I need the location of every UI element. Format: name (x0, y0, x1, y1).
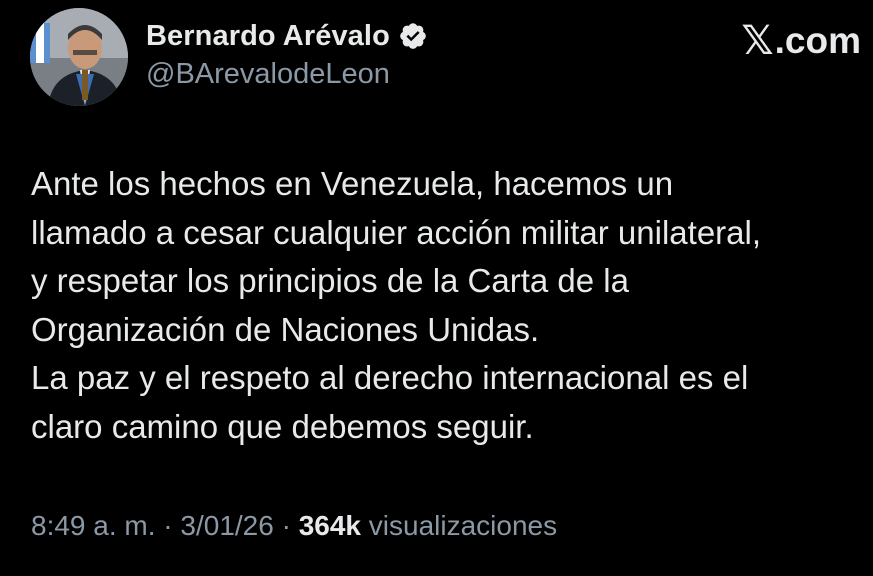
x-logo-icon: 𝕏 (741, 18, 774, 64)
brand-domain-text: .com (774, 20, 861, 61)
post-text-line: claro camino que debemos seguir. (31, 407, 534, 445)
post-time[interactable]: 8:49 a. m. (31, 510, 156, 541)
profile-photo-icon (30, 8, 128, 106)
views-count[interactable]: 364k (299, 510, 361, 541)
author-display-name[interactable]: Bernardo Arévalo (146, 20, 390, 53)
post-meta: 8:49 a. m. · 3/01/26 · 364k visualizacio… (31, 510, 557, 542)
verified-badge-icon[interactable] (398, 21, 428, 51)
post-text-line: Ante los hechos en Venezuela, hacemos un (31, 165, 674, 202)
tweet-card: Bernardo Arévalo @BArevalodeLeon 𝕏 .com … (0, 0, 873, 576)
meta-separator: · (155, 510, 181, 541)
post-text-line: La paz y el respeto al derecho internaci… (31, 359, 749, 397)
post-text-line: llamado a cesar cualquier acción militar… (31, 213, 762, 251)
post-text: Ante los hechos en Venezuela, hacemos un… (31, 160, 861, 452)
avatar[interactable] (30, 8, 128, 106)
brand-watermark: 𝕏 .com (741, 18, 861, 64)
views-label: visualizaciones (368, 510, 558, 541)
author-handle[interactable]: @BArevalodeLeon (146, 58, 390, 91)
meta-separator: · (273, 510, 299, 541)
author-name-row: Bernardo Arévalo (146, 16, 428, 56)
post-text-line: y respetar los principios de la Carta de… (31, 262, 629, 300)
post-text-line: Organización de Naciones Unidas. (31, 310, 540, 348)
post-date[interactable]: 3/01/26 (180, 510, 273, 541)
